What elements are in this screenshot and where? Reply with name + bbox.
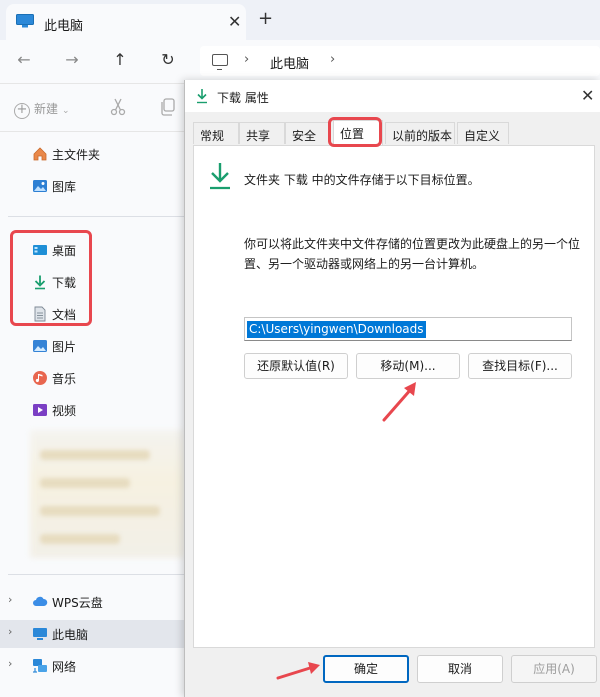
sidebar-divider <box>8 216 184 217</box>
copy-icon[interactable] <box>160 98 176 116</box>
gallery-icon <box>33 180 47 192</box>
scissors-icon[interactable] <box>110 98 126 116</box>
highlight-box <box>328 117 382 147</box>
ok-button[interactable]: 确定 <box>323 655 409 683</box>
address-bar[interactable]: › 此电脑 › <box>200 46 600 76</box>
sidebar-item-label: 主文件夹 <box>52 148 101 162</box>
sidebar-item-label: 视频 <box>52 404 77 418</box>
sidebar-item-label: 此电脑 <box>52 628 89 642</box>
computer-icon <box>16 14 34 28</box>
refresh-icon[interactable]: ↻ <box>158 50 178 69</box>
expand-chevron-icon[interactable]: › <box>8 657 12 670</box>
tab-general[interactable]: 常规 <box>193 122 239 144</box>
up-arrow-icon[interactable]: ↑ <box>110 50 130 69</box>
cancel-button[interactable]: 取消 <box>417 655 503 683</box>
annotation-arrow-icon <box>382 382 416 422</box>
sidebar-item-network[interactable]: › 网络 <box>0 652 184 680</box>
sidebar-item-label: 图片 <box>52 340 77 354</box>
explorer-tab[interactable]: 此电脑 ✕ <box>6 4 246 40</box>
dialog-title: 下载 属性 <box>217 91 269 105</box>
highlight-box <box>10 230 92 326</box>
breadcrumb-chevron-icon[interactable]: › <box>330 52 335 67</box>
blurred-folder-item <box>40 506 160 516</box>
sidebar-item-label: WPS云盘 <box>52 596 103 610</box>
sidebar-divider <box>8 574 184 575</box>
sidebar-item-gallery[interactable]: 图库 <box>0 172 184 200</box>
plus-circle-icon: + <box>14 103 30 119</box>
forward-arrow-icon[interactable]: → <box>62 50 82 69</box>
breadcrumb-separator-icon[interactable]: › <box>244 52 249 67</box>
computer-icon <box>33 628 47 640</box>
tab-previous-versions[interactable]: 以前的版本 <box>385 122 455 144</box>
find-target-button[interactable]: 查找目标(F)... <box>468 353 572 379</box>
back-arrow-icon[interactable]: ← <box>14 50 34 69</box>
navigation-pane: 主文件夹 图库 桌面 下载 文档 图片 音乐 视频 › WPS云盘 › 此电脑 … <box>0 132 184 697</box>
sidebar-item-home[interactable]: 主文件夹 <box>0 140 184 168</box>
location-path-text: C:\Users\yingwen\Downloads <box>247 321 426 338</box>
tab-sharing[interactable]: 共享 <box>239 122 285 144</box>
blurred-folder-item <box>40 478 130 488</box>
sidebar-item-label: 图库 <box>52 180 77 194</box>
tab-security[interactable]: 安全 <box>285 122 331 144</box>
tab-close-button[interactable]: ✕ <box>228 12 241 31</box>
dialog-title-bar: 下载 属性 ✕ <box>185 80 600 112</box>
music-icon <box>33 371 47 385</box>
network-icon <box>33 659 47 673</box>
blurred-folder-item <box>40 450 150 460</box>
tab-title: 此电脑 <box>44 19 84 34</box>
sidebar-item-this-pc[interactable]: › 此电脑 <box>0 620 184 648</box>
home-icon <box>33 147 47 161</box>
new-button-label: 新建 <box>34 102 59 116</box>
new-tab-button[interactable]: + <box>258 8 273 29</box>
new-button[interactable]: + 新建 ⌄ <box>14 100 70 119</box>
download-arrow-icon <box>210 163 230 190</box>
monitor-icon <box>212 54 228 70</box>
blurred-folder-item <box>40 534 120 544</box>
expand-chevron-icon[interactable]: › <box>8 625 12 638</box>
restore-default-button[interactable]: 还原默认值(R) <box>244 353 348 379</box>
navigation-bar: ← → ↑ ↻ › 此电脑 › <box>0 40 600 84</box>
download-arrow-icon <box>197 89 207 104</box>
sidebar-item-pictures[interactable]: 图片 <box>0 332 184 360</box>
sidebar-item-label: 网络 <box>52 660 77 674</box>
chevron-down-icon: ⌄ <box>62 106 70 116</box>
sidebar-item-label: 音乐 <box>52 372 77 386</box>
move-button[interactable]: 移动(M)... <box>356 353 460 379</box>
explorer-tab-bar: 此电脑 ✕ + <box>0 0 600 40</box>
location-heading: 文件夹 下载 中的文件存储于以下目标位置。 <box>244 173 480 187</box>
annotation-arrow-icon <box>276 662 320 680</box>
apply-button[interactable]: 应用(A) <box>511 655 597 683</box>
sidebar-item-videos[interactable]: 视频 <box>0 396 184 424</box>
sidebar-item-wps-cloud[interactable]: › WPS云盘 <box>0 588 184 616</box>
tab-customize[interactable]: 自定义 <box>457 122 509 144</box>
location-path-field[interactable]: C:\Users\yingwen\Downloads <box>244 317 572 341</box>
video-icon <box>33 404 47 416</box>
location-description: 你可以将此文件夹中文件存储的位置更改为此硬盘上的另一个位置、另一个驱动器或网络上… <box>244 237 581 271</box>
expand-chevron-icon[interactable]: › <box>8 593 12 606</box>
sidebar-item-music[interactable]: 音乐 <box>0 364 184 392</box>
pictures-icon <box>33 340 47 352</box>
close-icon[interactable]: ✕ <box>581 86 594 105</box>
breadcrumb-this-pc[interactable]: 此电脑 <box>270 53 309 72</box>
cloud-icon <box>33 596 48 606</box>
